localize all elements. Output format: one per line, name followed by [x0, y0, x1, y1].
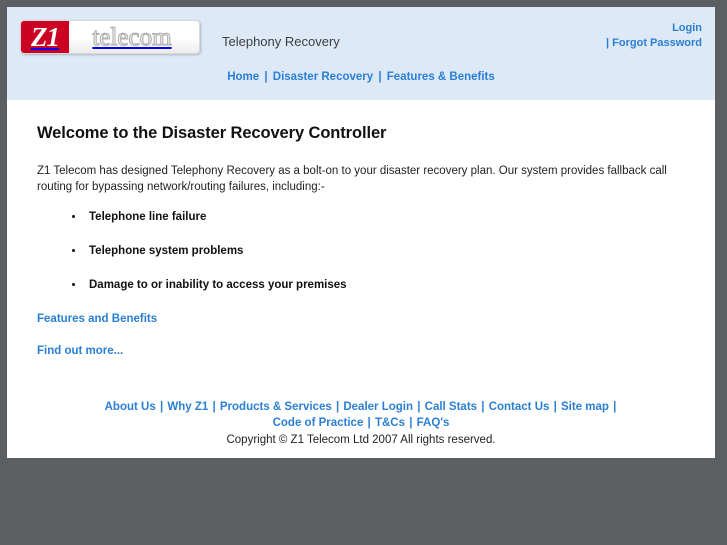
find-out-more-link[interactable]: Find out more... — [37, 345, 685, 357]
footer-separator: | — [409, 417, 413, 429]
copyright-text: Copyright © Z1 Telecom Ltd 2007 All righ… — [226, 434, 496, 446]
list-item: Telephone line failure — [85, 211, 685, 223]
account-separator: | — [606, 37, 610, 49]
footer-separator: | — [481, 401, 485, 413]
site-tagline: Telephony Recovery — [222, 34, 340, 49]
footer-separator: | — [613, 401, 617, 413]
footer-separator: | — [212, 401, 216, 413]
page-title: Welcome to the Disaster Recovery Control… — [37, 124, 387, 142]
footer-separator: | — [335, 401, 340, 413]
features-and-benefits-link[interactable]: Features and Benefits — [37, 313, 685, 325]
footer-link-site-map[interactable]: Site map — [561, 401, 609, 413]
footer-link-code-of-practice[interactable]: Code of Practice — [273, 417, 364, 429]
list-item: Telephone system problems — [85, 245, 685, 257]
footer-separator: | — [159, 401, 164, 413]
footer-link-contact-us[interactable]: Contact Us — [489, 401, 550, 413]
nav-item-disaster-recovery[interactable]: Disaster Recovery — [273, 71, 373, 83]
forgot-password-link[interactable]: Forgot Password — [612, 37, 702, 49]
footer-link-products-services[interactable]: Products & Services — [220, 401, 332, 413]
footer-link-faqs[interactable]: FAQ's — [417, 417, 450, 429]
forgot-password-row: | Forgot Password — [606, 36, 702, 51]
nav-separator-1: | — [264, 71, 268, 83]
footer-links-row-1: About Us | Why Z1 | Products & Services … — [37, 399, 685, 415]
logo-mark-z1: Z1 — [21, 21, 69, 53]
account-links: Login | Forgot Password — [606, 20, 702, 51]
page-frame: Z1 telecom Telephony Recovery Login | Fo… — [7, 7, 715, 458]
brand-block: Z1 telecom Telephony Recovery — [20, 20, 340, 54]
footer-separator: | — [553, 401, 557, 413]
site-footer: About Us | Why Z1 | Products & Services … — [37, 377, 685, 448]
intro-paragraph: Z1 Telecom has designed Telephony Recove… — [37, 165, 667, 193]
footer-link-why-z1[interactable]: Why Z1 — [167, 401, 208, 413]
site-logo[interactable]: Z1 telecom — [20, 20, 200, 54]
footer-links-row-2: Code of Practice | T&Cs | FAQ's — [37, 415, 685, 431]
login-link[interactable]: Login — [672, 22, 702, 34]
footer-separator: | — [367, 417, 371, 429]
main-navigation: Home | Disaster Recovery | Features & Be… — [7, 71, 715, 83]
footer-link-call-stats[interactable]: Call Stats — [425, 401, 477, 413]
site-header: Z1 telecom Telephony Recovery Login | Fo… — [7, 7, 715, 100]
footer-link-dealer-login[interactable]: Dealer Login — [343, 401, 413, 413]
nav-item-home[interactable]: Home — [227, 71, 259, 83]
header-top-row: Z1 telecom Telephony Recovery Login | Fo… — [7, 7, 715, 54]
footer-separator: | — [417, 401, 421, 413]
nav-item-features-benefits[interactable]: Features & Benefits — [387, 71, 495, 83]
list-item: Damage to or inability to access your pr… — [85, 279, 685, 291]
feature-list: Telephone line failure Telephone system … — [37, 211, 685, 291]
main-content: Welcome to the Disaster Recovery Control… — [7, 100, 715, 448]
footer-link-tcs[interactable]: T&Cs — [375, 417, 405, 429]
logo-wordmark-telecom: telecom — [92, 23, 172, 51]
login-row: Login — [606, 21, 702, 36]
footer-link-about-us[interactable]: About Us — [105, 401, 156, 413]
nav-separator-2: | — [378, 71, 382, 83]
